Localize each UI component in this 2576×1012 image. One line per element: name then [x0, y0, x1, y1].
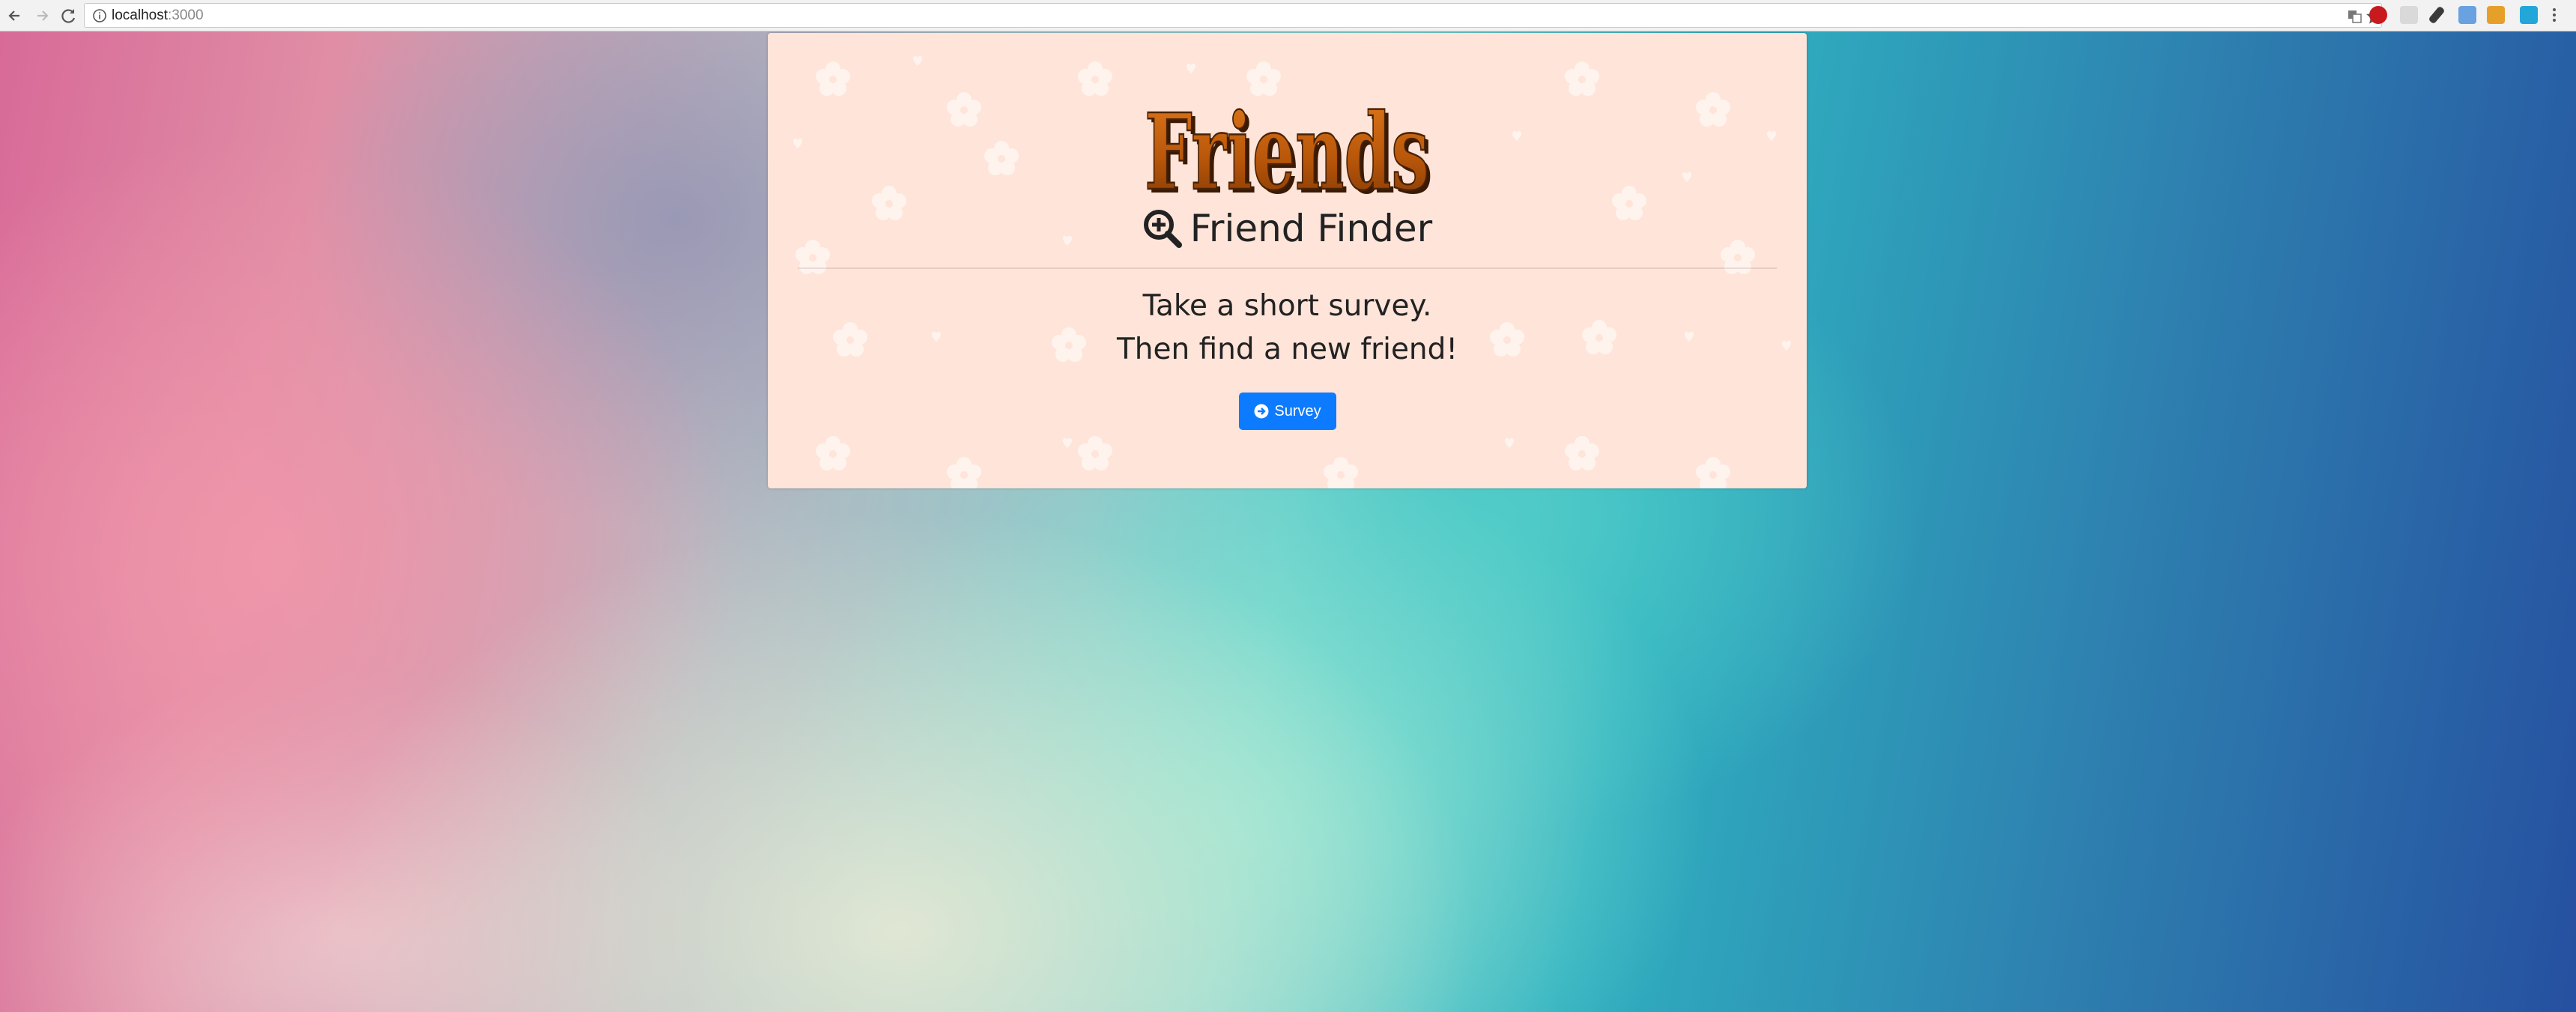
- lead-text-line-2: Then find a new friend!: [1116, 333, 1458, 366]
- logo-text: Friends: [1145, 96, 1429, 201]
- url-text[interactable]: localhost:3000: [112, 7, 204, 25]
- forward-arrow-icon[interactable]: [31, 5, 52, 26]
- page-title: Friend Finder: [1189, 207, 1433, 250]
- divider: [798, 267, 1777, 269]
- extension-icon[interactable]: [2400, 6, 2418, 24]
- extension-icon[interactable]: [2520, 6, 2538, 24]
- page-title-row: Friend Finder: [768, 207, 1807, 250]
- zoom-in-icon: [1143, 210, 1182, 248]
- kebab-menu-icon[interactable]: [2551, 6, 2558, 24]
- survey-button-label: Survey: [1274, 402, 1321, 419]
- browser-toolbar: localhost:3000: [0, 0, 2576, 31]
- reload-icon[interactable]: [58, 5, 79, 26]
- info-icon[interactable]: [92, 8, 107, 23]
- back-arrow-icon[interactable]: [4, 5, 25, 26]
- address-bar[interactable]: localhost:3000: [84, 3, 2383, 28]
- jumbotron-card: Friends Friends Friend Finder Take a sho…: [768, 33, 1807, 488]
- adblock-extension-icon[interactable]: [2369, 6, 2387, 24]
- extension-icon[interactable]: [2487, 6, 2505, 24]
- translate-icon[interactable]: [2347, 8, 2363, 25]
- pen-extension-icon[interactable]: [2428, 5, 2446, 25]
- survey-button[interactable]: Survey: [1239, 393, 1336, 430]
- arrow-circle-right-icon: [1254, 404, 1269, 419]
- page-background: Friends Friends Friend Finder Take a sho…: [0, 31, 2576, 1012]
- extension-icon[interactable]: [2458, 6, 2476, 24]
- friends-logo: Friends Friends: [1139, 91, 1446, 218]
- lead-text-line-1: Take a short survey.: [1142, 289, 1432, 323]
